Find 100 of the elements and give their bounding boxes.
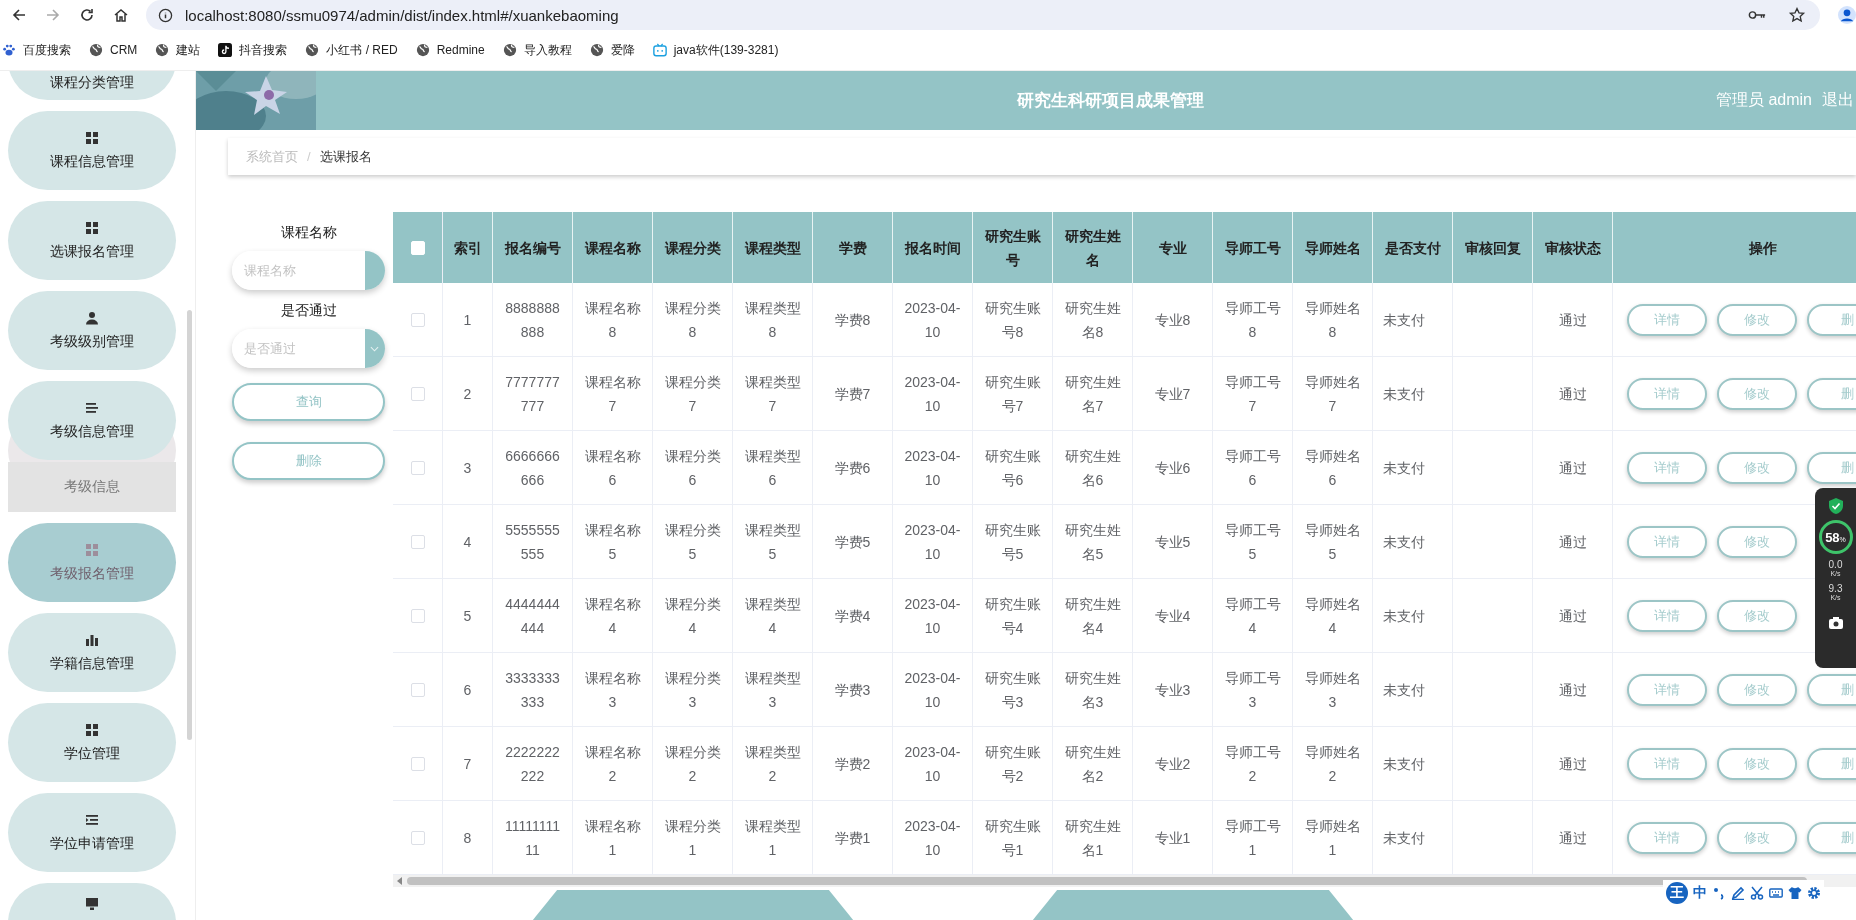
menu-item[interactable]: 课程信息管理 bbox=[8, 111, 176, 190]
table-cell-text: 2023-04-10 bbox=[903, 816, 962, 860]
action-button[interactable]: 详情 bbox=[1627, 599, 1707, 632]
bookmark-label: java软件(139-3281) bbox=[673, 41, 779, 59]
table-cell-text: 通过 bbox=[1558, 754, 1587, 774]
table-cell-text: 7 bbox=[463, 754, 472, 774]
table-cell-text: 课程分类4 bbox=[663, 594, 722, 638]
action-button[interactable]: 删 bbox=[1807, 451, 1856, 484]
menu-item[interactable]: 学籍信息管理 bbox=[8, 613, 176, 692]
table-cell-text: 导师姓名6 bbox=[1303, 446, 1362, 490]
action-button[interactable]: 修改 bbox=[1717, 747, 1797, 780]
table-cell-text: 通过 bbox=[1558, 828, 1587, 848]
filter-button[interactable]: 查询 bbox=[232, 383, 385, 421]
table-cell-text: 3 bbox=[463, 458, 472, 478]
filter-label: 课程名称 bbox=[280, 224, 337, 242]
table-cell-text: 导师姓名3 bbox=[1303, 668, 1362, 712]
table-cell-text: 3333333333 bbox=[504, 668, 561, 712]
table-cell-text: 课程分类7 bbox=[663, 372, 722, 416]
menu-item[interactable]: 课程分类管理 bbox=[8, 71, 176, 100]
bookmark-label: 导入教程 bbox=[523, 41, 572, 59]
table-cell-text: 2023-04-10 bbox=[903, 742, 962, 786]
table-cell-text: 课程类型4 bbox=[743, 594, 802, 638]
action-button[interactable]: 修改 bbox=[1717, 451, 1797, 484]
action-button[interactable]: 删 bbox=[1807, 377, 1856, 410]
table-cell-text: 专业8 bbox=[1154, 310, 1191, 330]
action-button[interactable]: 删 bbox=[1807, 303, 1856, 336]
menu-item[interactable]: 学位申请管理 bbox=[8, 793, 176, 872]
breadcrumb-item[interactable]: 系统首页 bbox=[246, 147, 298, 166]
table-cell-text: 导师工号8 bbox=[1223, 298, 1282, 342]
table-cell-text: 未支付 bbox=[1383, 458, 1425, 478]
table-cell-text: 2023-04-10 bbox=[903, 446, 962, 490]
action-button[interactable]: 详情 bbox=[1627, 525, 1707, 558]
table-cell-text: 导师姓名1 bbox=[1303, 816, 1362, 860]
menu-item[interactable]: 考级级别管理 bbox=[8, 291, 176, 370]
filter-button[interactable]: 删除 bbox=[232, 442, 385, 480]
table-cell-text: 未支付 bbox=[1383, 754, 1425, 774]
search-field[interactable]: 课程名称 bbox=[232, 251, 385, 290]
table-cell-text: 导师工号3 bbox=[1223, 668, 1282, 712]
table-cell-text: 研究生姓名7 bbox=[1063, 372, 1122, 416]
table-cell-text: 课程类型1 bbox=[743, 816, 802, 860]
table-cell-text: 导师姓名5 bbox=[1303, 520, 1362, 564]
table-cell-text: 导师姓名7 bbox=[1303, 372, 1362, 416]
table-cell-text: 课程分类3 bbox=[663, 668, 722, 712]
ime-mode[interactable]: 中 bbox=[1693, 884, 1707, 902]
column-header: 操作 bbox=[1749, 238, 1777, 258]
table-cell-text: 课程类型7 bbox=[743, 372, 802, 416]
address-bar[interactable]: localhost:8080/ssmu0974/admin/dist/index.html#/xuankebaoming bbox=[146, 0, 1820, 30]
logout-link[interactable]: 退出 bbox=[1822, 90, 1856, 111]
menu-item[interactable]: 考级报名管理 bbox=[8, 523, 176, 602]
action-button[interactable]: 修改 bbox=[1717, 525, 1797, 558]
column-header: 审核状态 bbox=[1544, 238, 1601, 258]
menu-item[interactable]: 考级信息管理 bbox=[8, 381, 176, 460]
bookmark-label: 爱降 bbox=[610, 41, 635, 59]
column-header: 导师姓名 bbox=[1304, 238, 1361, 258]
table-cell-text: 专业4 bbox=[1154, 606, 1191, 626]
table-cell-text: 2222222222 bbox=[504, 742, 561, 786]
table-cell-text: 研究生姓名2 bbox=[1063, 742, 1122, 786]
menu-item[interactable]: 选课报名管理 bbox=[8, 201, 176, 280]
action-button[interactable]: 修改 bbox=[1717, 303, 1797, 336]
action-button[interactable]: 修改 bbox=[1717, 377, 1797, 410]
table-cell-text: 2023-04-10 bbox=[903, 298, 962, 342]
action-button[interactable]: 删 bbox=[1807, 673, 1856, 706]
menu-item[interactable]: 学位管理 bbox=[8, 703, 176, 782]
table-cell-text: 学费5 bbox=[834, 532, 871, 552]
table-cell-text: 2023-04-10 bbox=[903, 594, 962, 638]
table-cell-text: 课程分类1 bbox=[663, 816, 722, 860]
table-cell-text: 专业5 bbox=[1154, 532, 1191, 552]
table-cell-text: 研究生账号3 bbox=[983, 668, 1042, 712]
table-cell-text: 研究生姓名4 bbox=[1063, 594, 1122, 638]
table-cell-text: 学费2 bbox=[834, 754, 871, 774]
action-button[interactable]: 详情 bbox=[1627, 821, 1707, 854]
table-cell-text: 7777777777 bbox=[504, 372, 561, 416]
table-cell-text: 未支付 bbox=[1383, 680, 1425, 700]
table-cell-text: 研究生姓名3 bbox=[1063, 668, 1122, 712]
action-button[interactable]: 修改 bbox=[1717, 821, 1797, 854]
table-cell-text: 导师工号4 bbox=[1223, 594, 1282, 638]
action-button[interactable]: 详情 bbox=[1627, 303, 1707, 336]
table-cell-text: 专业6 bbox=[1154, 458, 1191, 478]
select-field[interactable]: 是否通过 bbox=[232, 329, 385, 368]
action-button[interactable]: 详情 bbox=[1627, 747, 1707, 780]
submenu-item[interactable]: 考级信息 bbox=[8, 462, 176, 512]
table-cell-text: 研究生姓名5 bbox=[1063, 520, 1122, 564]
column-header: 报名编号 bbox=[504, 238, 561, 258]
table-cell-text: 2023-04-10 bbox=[903, 668, 962, 712]
action-button[interactable]: 修改 bbox=[1717, 673, 1797, 706]
action-button[interactable]: 详情 bbox=[1627, 673, 1707, 706]
action-button[interactable]: 删 bbox=[1807, 747, 1856, 780]
table-cell-text: 研究生账号2 bbox=[983, 742, 1042, 786]
action-button[interactable]: 详情 bbox=[1627, 377, 1707, 410]
column-header: 课程类型 bbox=[744, 238, 801, 258]
table-cell-text: 研究生姓名1 bbox=[1063, 816, 1122, 860]
action-button[interactable]: 删 bbox=[1807, 821, 1856, 854]
column-header: 报名时间 bbox=[904, 238, 961, 258]
table-cell-text: 导师工号6 bbox=[1223, 446, 1282, 490]
table-cell-text: 8 bbox=[463, 828, 472, 848]
table-cell-text: 8888888888 bbox=[504, 298, 561, 342]
action-button[interactable]: 详情 bbox=[1627, 451, 1707, 484]
action-button[interactable]: 修改 bbox=[1717, 599, 1797, 632]
table-cell-text: 导师工号1 bbox=[1223, 816, 1282, 860]
table-cell-text: 学费8 bbox=[834, 310, 871, 330]
